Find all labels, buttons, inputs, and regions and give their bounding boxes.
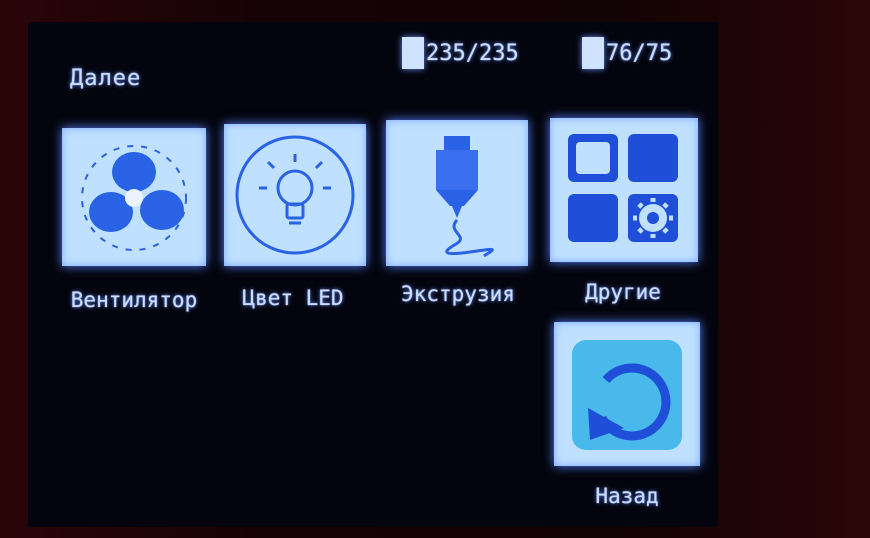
led-color-label: Цвет LED xyxy=(242,286,344,310)
nozzle-temp-status: 235/235 xyxy=(402,37,519,69)
other-button[interactable] xyxy=(550,118,698,262)
page-title: Далее xyxy=(70,66,142,91)
fan-button[interactable] xyxy=(62,128,206,266)
lcd-screen: Далее 235/235 76/75 Вентилятор Цвет LED … xyxy=(28,22,718,527)
other-label: Другие xyxy=(585,280,661,304)
back-label: Назад xyxy=(595,484,659,508)
extrusion-label: Экструзия xyxy=(401,282,515,306)
lightbulb-icon xyxy=(235,135,355,255)
grid-gear-icon xyxy=(568,134,678,242)
back-arrow-icon xyxy=(572,340,682,450)
extruder-icon xyxy=(436,136,494,258)
bed-temp-value: 76/75 xyxy=(606,40,673,66)
nozzle-temp-icon xyxy=(402,37,424,69)
bed-temp-icon xyxy=(582,37,604,69)
bed-temp-status: 76/75 xyxy=(582,37,672,69)
back-button[interactable] xyxy=(554,322,700,466)
fan-label: Вентилятор xyxy=(70,288,198,312)
led-color-button[interactable] xyxy=(224,124,366,266)
extrusion-button[interactable] xyxy=(386,120,528,266)
nozzle-temp-value: 235/235 xyxy=(426,40,519,66)
fan-icon xyxy=(81,145,187,251)
